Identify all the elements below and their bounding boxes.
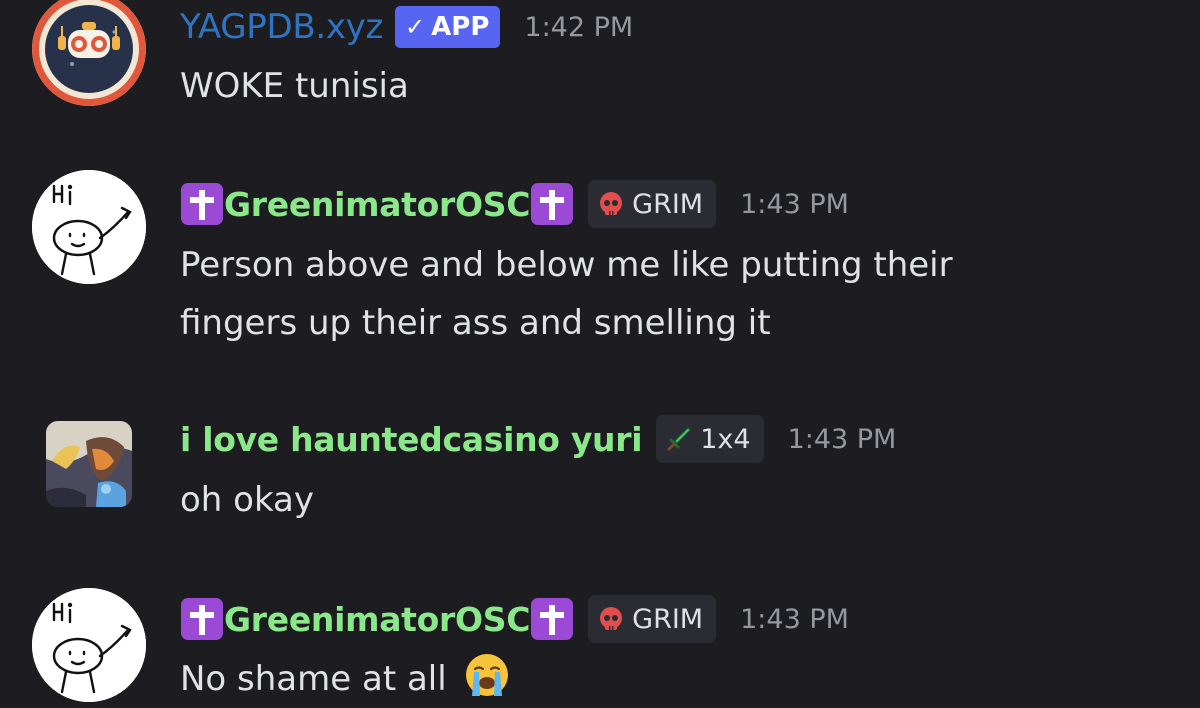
latin-cross-icon [531,183,574,225]
user-avatar[interactable] [32,588,146,702]
app-badge: ✓ APP [395,6,501,48]
message-header: GreenimatorOSC GRIM 1:43 PM [180,178,849,230]
message-header: GreenimatorOSC GRIM 1:43 PM [180,593,849,645]
user-avatar[interactable] [46,421,132,507]
skull-icon [600,192,623,215]
username[interactable]: GreenimatorOSC [224,600,530,639]
message-header: YAGPDB.xyz ✓ APP 1:42 PM [180,1,633,53]
message-header: i love hauntedcasino yuri 1x4 1:43 PM [180,413,896,465]
timestamp[interactable]: 1:42 PM [524,12,633,43]
latin-cross-icon [181,183,223,225]
sword-icon [667,427,691,451]
artwork-avatar-icon [46,421,132,507]
timestamp[interactable]: 1:43 PM [740,604,849,635]
role-tag-label: GRIM [632,188,704,220]
app-badge-label: APP [431,12,490,42]
message-text-line: Person above and below me like putting t… [180,245,953,285]
role-tag[interactable]: GRIM [588,595,717,643]
message-text-line: fingers up their ass and smelling it [180,303,771,343]
role-tag[interactable]: GRIM [588,180,717,228]
role-tag[interactable]: 1x4 [656,415,764,463]
username[interactable]: YAGPDB.xyz [180,7,383,47]
username[interactable]: i love hauntedcasino yuri [180,420,643,459]
hi-doodle-avatar-icon [32,170,146,284]
latin-cross-icon [531,598,574,640]
message-text: WOKE tunisia [180,66,409,106]
role-tag-label: 1x4 [700,423,751,455]
hi-doodle-avatar-icon [32,588,146,702]
message-content: Person above and below me like putting t… [180,236,953,352]
user-avatar[interactable] [32,170,146,284]
message-content: oh okay [180,471,314,529]
timestamp[interactable]: 1:43 PM [740,189,849,220]
latin-cross-icon [181,598,223,640]
robot-avatar-icon [32,0,146,106]
timestamp[interactable]: 1:43 PM [788,424,897,455]
username[interactable]: GreenimatorOSC [224,185,530,224]
role-tag-label: GRIM [632,603,704,635]
check-icon: ✓ [405,13,426,41]
user-avatar[interactable] [32,0,146,106]
message-content: WOKE tunisia [180,57,409,115]
skull-icon [600,607,623,630]
message-text: oh okay [180,480,315,520]
chat-message-list: YAGPDB.xyz ✓ APP 1:42 PM WOKE tunisia Gr… [0,0,1200,708]
message-text: No shame at all [180,659,447,699]
loudly-crying-face-icon [465,654,508,696]
message-content: No shame at all [180,650,510,708]
